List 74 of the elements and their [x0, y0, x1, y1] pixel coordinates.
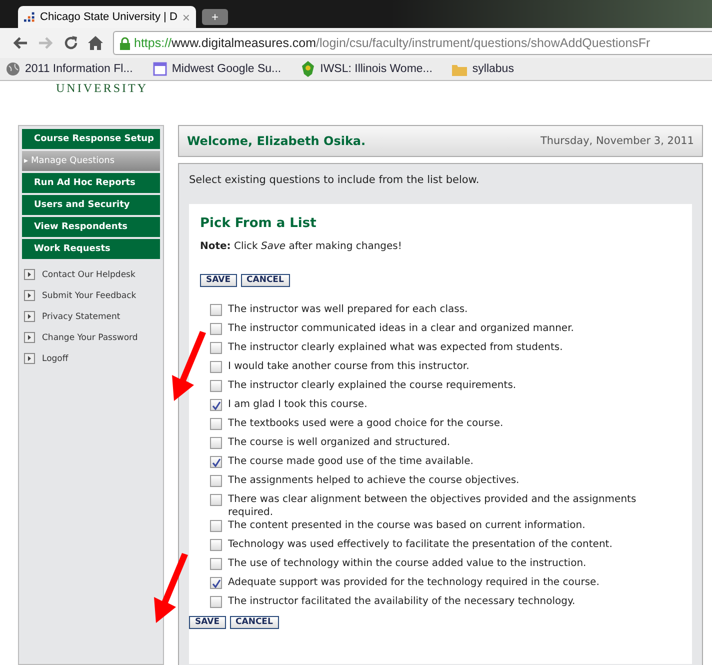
checkbox[interactable] — [210, 380, 222, 392]
sidebar-link[interactable]: Contact Our Helpdesk — [42, 270, 136, 280]
date-text: Thursday, November 3, 2011 — [540, 135, 694, 147]
menu-item[interactable]: Work Requests — [22, 239, 160, 259]
question-text: The assignments helped to achieve the course objectives. — [228, 474, 520, 487]
question-text: The instructor communicated ideas in a clear and organized manner. — [228, 322, 574, 335]
play-icon — [24, 311, 35, 322]
question-text: The instructor clearly explained the course requirements. — [228, 379, 516, 392]
form-button[interactable]: SAVE — [200, 274, 237, 287]
question-text: The textbooks used were a good choice for the course. — [228, 417, 504, 430]
question-text: Adequate support was provided for the technology required in the course. — [228, 576, 600, 589]
bookmark[interactable]: Midwest Google Su... — [152, 62, 282, 76]
panel-title: Pick From a List — [200, 216, 318, 231]
play-icon — [24, 353, 35, 364]
welcome-text: Welcome, Elizabeth Osika. — [187, 134, 366, 148]
checkbox[interactable] — [210, 342, 222, 354]
checkbox[interactable] — [210, 399, 222, 411]
bookmark[interactable]: syllabus — [452, 62, 514, 76]
question-text: The instructor clearly explained what was expected from students. — [228, 341, 563, 354]
page-icon — [152, 62, 167, 76]
note-text: Note: Click Save after making changes! — [200, 241, 403, 252]
question-text: I am glad I took this course. — [228, 398, 368, 411]
browser-tab[interactable]: Chicago State University | D × — [18, 6, 196, 28]
checkbox[interactable] — [210, 323, 222, 335]
checkbox[interactable] — [210, 361, 222, 373]
question-text: The instructor was well prepared for each class. — [228, 303, 468, 316]
checkbox[interactable] — [210, 437, 222, 449]
checkbox[interactable] — [210, 520, 222, 532]
sidebar-link[interactable]: Privacy Statement — [42, 312, 120, 322]
question-text: Technology was used effectively to facilitate the presentation of the content. — [228, 538, 612, 551]
reload-icon[interactable] — [64, 36, 78, 50]
logo-text: UNIVERSITY — [55, 81, 149, 95]
checkbox[interactable] — [210, 558, 222, 570]
checkbox[interactable] — [210, 539, 222, 551]
sidebar-link[interactable]: Change Your Password — [42, 332, 138, 342]
sidebar-link[interactable]: Submit Your Feedback — [42, 290, 136, 300]
play-icon — [24, 269, 35, 280]
menu-item[interactable]: Users and Security — [22, 195, 160, 215]
globe-icon — [6, 62, 20, 76]
instructions-text: Select existing questions to include from the list below. — [189, 174, 480, 186]
question-text: The course is well organized and structured. — [228, 436, 450, 449]
checkbox[interactable] — [210, 475, 222, 487]
new-tab-button[interactable]: + — [202, 9, 228, 25]
menu-item[interactable]: View Respondents — [22, 217, 160, 237]
sidebar-link[interactable]: Logoff — [42, 354, 68, 364]
question-text: I would take another course from this instructor. — [228, 360, 470, 373]
bookmark[interactable]: 2011 Information Fl... — [6, 62, 133, 76]
back-icon[interactable] — [12, 36, 28, 50]
question-text: The instructor facilitated the availability of the necessary technology. — [228, 595, 576, 608]
forward-icon[interactable] — [38, 36, 54, 50]
checkbox[interactable] — [210, 596, 222, 608]
bookmark[interactable]: IWSL: Illinois Wome... — [301, 61, 432, 77]
play-icon — [24, 332, 35, 343]
question-text: The course made good use of the time available. — [228, 455, 474, 468]
checkbox[interactable] — [210, 456, 222, 468]
home-icon[interactable] — [88, 36, 103, 50]
folder-icon — [452, 62, 468, 76]
menu-item[interactable]: Run Ad Hoc Reports — [22, 173, 160, 193]
question-text: The content presented in the course was based on current information. — [228, 519, 586, 532]
form-button[interactable]: CANCEL — [240, 274, 290, 287]
form-button[interactable]: SAVE — [189, 616, 226, 629]
menu-item[interactable]: Course Response Setup — [22, 129, 160, 149]
squares-icon — [24, 10, 36, 24]
checkbox[interactable] — [210, 577, 222, 589]
address-bar[interactable]: https://www.digitalmeasures.com/login/csu/faculty/instrument/questions/showAddQuestionsFr — [113, 31, 712, 55]
form-button[interactable]: CANCEL — [230, 616, 279, 629]
leaf-icon — [301, 61, 316, 77]
question-text: The use of technology within the course added value to the instruction. — [228, 557, 586, 570]
play-icon — [24, 290, 35, 301]
checkbox[interactable] — [210, 494, 222, 506]
checkbox[interactable] — [210, 418, 222, 430]
checkbox[interactable] — [210, 304, 222, 316]
question-text: There was clear alignment between the objectives provided and the assignments required. — [228, 493, 638, 519]
lock-icon — [120, 36, 130, 50]
